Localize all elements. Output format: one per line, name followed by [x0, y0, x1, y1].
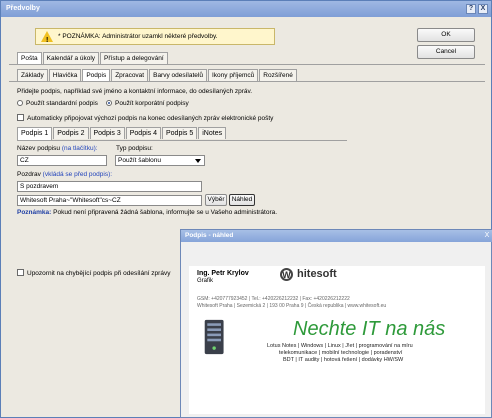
- preview-button[interactable]: Náhled: [229, 194, 255, 206]
- name-hint: (na tlačítku):: [61, 145, 98, 152]
- warning-icon: [41, 31, 53, 48]
- banner-line-2: telekomunikace | mobilní technologie | p…: [279, 350, 403, 356]
- auto-append-checkbox[interactable]: [17, 114, 24, 121]
- person-role: Grafik: [197, 278, 214, 284]
- subtab-rozsirene[interactable]: Rozšířené: [259, 69, 297, 81]
- contact-line-1: GSM: +420777923452 | Tel.: +420226212232…: [197, 296, 350, 302]
- note-row: Poznámka: Pokud není připravená žádná ša…: [17, 209, 277, 216]
- preview-title: Podpis - náhled: [181, 230, 492, 242]
- radio-corporate-label: Použít korporátní podpisy: [115, 100, 189, 107]
- admin-notice-text: * POZNÁMKA: Administrátor uzamkl některé…: [58, 33, 218, 40]
- subtab-hlavicka[interactable]: Hlavička: [48, 69, 82, 81]
- radio-standard-dot[interactable]: [17, 100, 23, 106]
- sigtab-3[interactable]: Podpis 3: [89, 127, 125, 139]
- radio-corporate[interactable]: Použít korporátní podpisy: [106, 100, 189, 107]
- signature-preview-window: Podpis - náhled X Ing. Petr Krylov Grafi…: [180, 229, 492, 418]
- contact-line-2: Whitesoft Praha | Sezemická 2 | 193 00 P…: [197, 303, 387, 309]
- server-icon: [204, 319, 224, 355]
- subtab-ikony[interactable]: Ikony příjemců: [207, 69, 259, 81]
- name-label-row: Název podpisu (na tlačítku):: [17, 145, 98, 152]
- subtab-zpracovat[interactable]: Zpracovat: [111, 69, 149, 81]
- template-input[interactable]: Whitesoft Praha~"Whitesoft"cs~CZ: [17, 195, 202, 206]
- slogan: Nechte IT na nás: [293, 318, 446, 340]
- greeting-label: Pozdrav: [17, 171, 41, 178]
- banner-line-1: Lotus Notes | Windows | Linux | J!et | p…: [267, 343, 413, 349]
- select-button[interactable]: Výběr: [205, 194, 227, 206]
- signature-name-input[interactable]: CZ: [17, 155, 107, 166]
- signature-intro: Přidejte podpis, například své jméno a k…: [17, 88, 253, 95]
- help-button[interactable]: ?: [466, 4, 476, 14]
- name-label: Název podpisu: [17, 145, 60, 152]
- radio-standard-label: Použít standardní podpis: [26, 100, 98, 107]
- logo-text: hitesoft: [297, 268, 337, 280]
- warn-missing-label: Upozornit na chybějící podpis při odesíl…: [27, 270, 171, 277]
- person-name: Ing. Petr Krylov: [197, 270, 249, 277]
- ok-button[interactable]: OK: [417, 28, 475, 42]
- auto-append-label: Automaticky připojovat výchozí podpis na…: [27, 115, 274, 122]
- greeting-hint: (vkládá se před podpis):: [42, 171, 113, 178]
- greeting-label-row: Pozdrav (vkládá se před podpis):: [17, 171, 112, 178]
- signature-tabs: Podpis 1 Podpis 2 Podpis 3 Podpis 4 Podp…: [17, 127, 227, 140]
- cancel-button[interactable]: Cancel: [417, 45, 475, 59]
- signature-tabs-divider: [17, 140, 347, 141]
- note-text: Pokud není připravená žádná šablona, inf…: [53, 209, 278, 216]
- type-label: Typ podpisu:: [116, 145, 153, 152]
- signature-preview-content: Ing. Petr Krylov Grafik W hitesoft GSM: …: [189, 266, 485, 414]
- greeting-input[interactable]: S pozdravem: [17, 181, 202, 192]
- sub-tabs-divider: [9, 81, 485, 82]
- signature-type-select[interactable]: Použít šablonu: [115, 155, 205, 166]
- signature-type-value: Použít šablonu: [118, 157, 162, 164]
- radio-corporate-dot[interactable]: [106, 100, 112, 106]
- chevron-down-icon: [195, 159, 201, 163]
- tab-kalendar[interactable]: Kalendář a úkoly: [42, 52, 100, 64]
- radio-standard[interactable]: Použít standardní podpis: [17, 100, 98, 107]
- sigtab-2[interactable]: Podpis 2: [53, 127, 89, 139]
- window-title: Předvolby: [1, 1, 491, 17]
- admin-notice: * POZNÁMKA: Administrátor uzamkl některé…: [35, 28, 275, 48]
- main-tabs-divider: [9, 64, 485, 65]
- sigtab-4[interactable]: Podpis 4: [125, 127, 161, 139]
- subtab-barvy[interactable]: Barvy odesílatelů: [149, 69, 207, 81]
- banner-line-3: BDT | IT audity | hotová řešení | dodávk…: [283, 357, 404, 363]
- auto-append-option[interactable]: Automaticky připojovat výchozí podpis na…: [17, 114, 273, 122]
- close-button[interactable]: X: [478, 4, 488, 14]
- subtab-zaklady[interactable]: Základy: [17, 69, 48, 81]
- sigtab-1[interactable]: Podpis 1: [17, 127, 53, 140]
- sigtab-inotes[interactable]: iNotes: [198, 127, 227, 139]
- warn-missing-option[interactable]: Upozornit na chybějící podpis při odesíl…: [17, 269, 170, 277]
- preview-close-button[interactable]: X: [483, 231, 491, 241]
- note-label: Poznámka:: [17, 209, 52, 216]
- whitesoft-logo-icon: W: [280, 268, 293, 281]
- tab-pristup[interactable]: Přístup a delegování: [100, 52, 168, 64]
- sigtab-5[interactable]: Podpis 5: [162, 127, 198, 139]
- warn-missing-checkbox[interactable]: [17, 269, 24, 276]
